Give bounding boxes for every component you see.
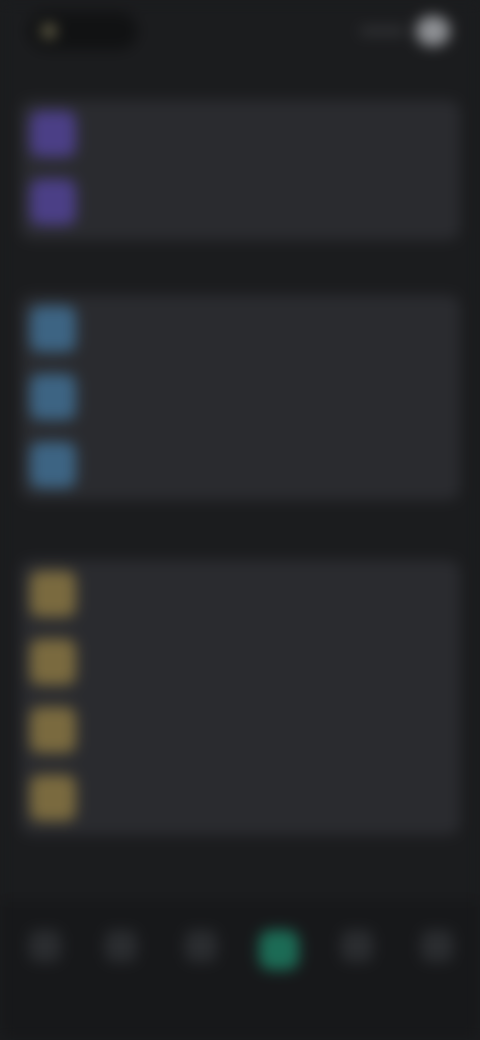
profile-toggle[interactable] <box>416 16 450 46</box>
bottom-nav-item[interactable] <box>414 930 460 990</box>
section-card-3 <box>20 560 460 835</box>
top-actions <box>350 14 450 48</box>
list-item[interactable] <box>20 628 460 696</box>
status-indicator <box>360 28 406 34</box>
circle-icon <box>30 775 76 821</box>
back-button[interactable] <box>28 12 138 50</box>
top-bar <box>0 0 480 62</box>
blurred-app-screen <box>0 0 480 1040</box>
circle-icon <box>30 179 76 225</box>
list-item[interactable] <box>20 560 460 628</box>
list-item[interactable] <box>20 764 460 832</box>
list-item[interactable] <box>20 696 460 764</box>
bottom-nav-item[interactable] <box>22 930 68 990</box>
list-item[interactable] <box>20 168 460 236</box>
bottom-nav-item[interactable] <box>334 930 380 990</box>
nav-icon <box>341 930 373 962</box>
bottom-nav <box>0 900 480 1040</box>
list-item[interactable] <box>20 363 460 431</box>
back-icon <box>42 24 56 38</box>
bottom-nav-item[interactable] <box>178 930 224 990</box>
circle-icon <box>30 442 76 488</box>
section-card-1 <box>20 100 460 240</box>
circle-icon <box>30 639 76 685</box>
circle-icon <box>30 571 76 617</box>
nav-icon <box>29 930 61 962</box>
section-card-2 <box>20 295 460 500</box>
bottom-nav-item-active[interactable] <box>256 930 302 990</box>
nav-icon <box>105 930 137 962</box>
circle-icon <box>30 707 76 753</box>
list-item[interactable] <box>20 295 460 363</box>
circle-icon <box>30 306 76 352</box>
bottom-nav-item[interactable] <box>98 930 144 990</box>
nav-icon <box>185 930 217 962</box>
circle-icon <box>30 111 76 157</box>
circle-icon <box>30 374 76 420</box>
nav-icon <box>421 930 453 962</box>
list-item[interactable] <box>20 431 460 499</box>
nav-icon <box>259 930 299 970</box>
list-item[interactable] <box>20 100 460 168</box>
